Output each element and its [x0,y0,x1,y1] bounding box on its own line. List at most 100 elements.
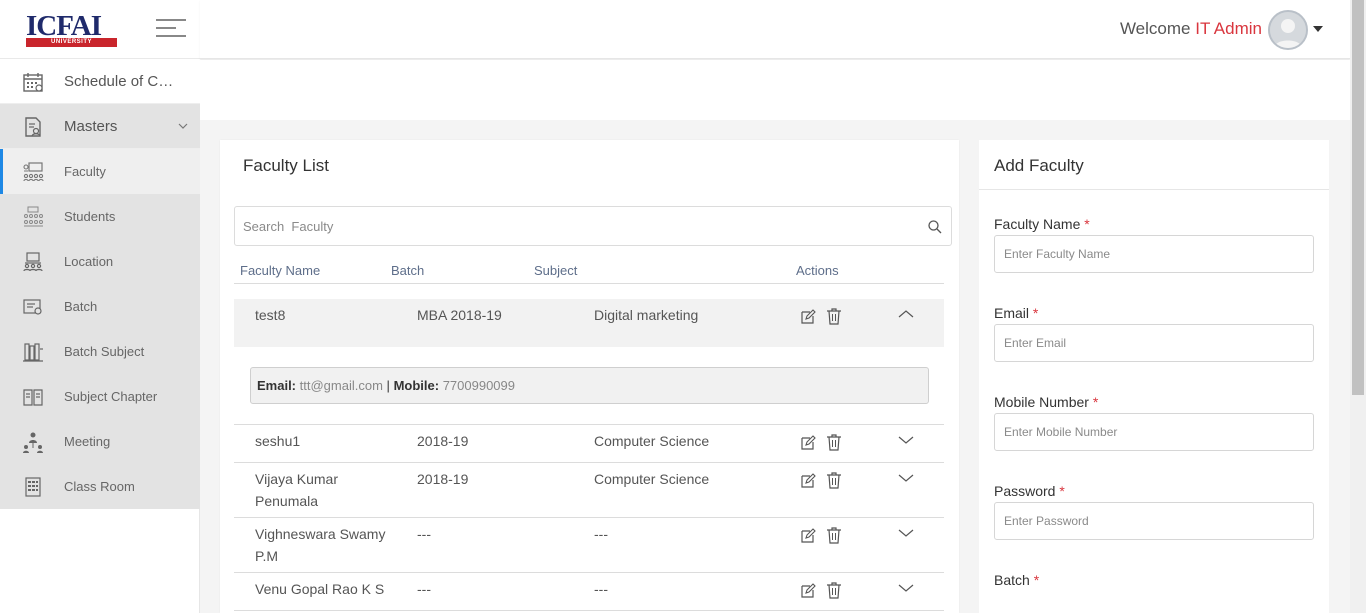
add-faculty-title: Add Faculty [994,156,1084,175]
page-scrollbar[interactable] [1350,0,1366,613]
logo-area: ICFAI UNIVERSITY [0,0,200,59]
add-faculty-card: Add Faculty Faculty Name * Email * Mobil… [979,140,1329,613]
table-header: Faculty Name Batch Subject Actions [234,258,944,284]
column-header-faculty-name[interactable]: Faculty Name [240,263,320,278]
sidebar-nav: Schedule of Cla... Masters Faculty Stude… [0,59,200,509]
column-header-batch[interactable]: Batch [391,263,424,278]
chevron-up-icon[interactable] [898,309,914,319]
faculty-list-title: Faculty List [243,156,329,175]
search-icon[interactable] [927,219,943,235]
edit-icon[interactable] [800,473,816,489]
edit-icon[interactable] [800,583,816,599]
logo-text: ICFAI [26,10,102,42]
sidebar-item-label: Faculty [64,164,106,179]
table-row[interactable]: seshu1 2018-19 Computer Science [234,425,944,463]
chevron-down-icon[interactable] [898,528,914,538]
sidebar-item-subject-chapter[interactable]: Subject Chapter [0,374,200,419]
sidebar-item-label: Meeting [64,434,111,449]
trash-icon[interactable] [826,308,842,325]
faculty-name: Vighneswara Swamy P.M [255,526,386,564]
column-header-actions: Actions [796,263,839,278]
field-label: Batch [994,572,1030,588]
class-room-icon [25,477,41,497]
meeting-icon [23,432,43,453]
sidebar-item-faculty[interactable]: Faculty [0,149,200,194]
sidebar-item-label: Subject Chapter [64,389,158,404]
required-marker: * [1059,483,1065,499]
hamburger-menu-icon[interactable] [156,19,188,39]
required-marker: * [1084,216,1090,232]
required-marker: * [1033,572,1040,588]
search-box [234,206,952,246]
masters-icon [25,117,41,137]
trash-icon[interactable] [826,472,842,489]
chevron-down-icon[interactable] [898,583,914,593]
field-label: Mobile Number [994,394,1089,410]
scrollbar-thumb[interactable] [1352,0,1364,395]
edit-icon[interactable] [800,435,816,451]
trash-icon[interactable] [826,527,842,544]
avatar[interactable] [1268,10,1308,50]
faculty-batch: --- [417,526,431,542]
faculty-name-label: Faculty Name * [994,216,1090,232]
required-marker: * [1092,394,1099,410]
batch-subject-icon [23,343,43,362]
chevron-down-icon[interactable] [898,473,914,483]
search-input[interactable] [235,207,915,245]
faculty-name-field[interactable] [994,235,1314,273]
faculty-name: seshu1 [255,433,301,449]
user-avatar-icon [1270,12,1306,48]
column-header-subject[interactable]: Subject [534,263,577,278]
sidebar-item-label: Batch [64,299,98,314]
password-field[interactable] [994,502,1314,540]
subject-chapter-icon [23,389,43,406]
table-row[interactable]: Venu Gopal Rao K S --- --- [234,573,944,611]
field-label: Password [994,483,1056,499]
table-row[interactable]: Vighneswara Swamy P.M --- --- [234,518,944,573]
sidebar-item-location[interactable]: Location [0,239,200,284]
field-label: Faculty Name [994,216,1081,232]
faculty-name: Vijaya Kumar Penumala [255,471,339,509]
sidebar-item-batch[interactable]: Batch [0,284,200,329]
sidebar-item-meeting[interactable]: Meeting [0,419,200,464]
table-row[interactable]: Vijaya Kumar Penumala 2018-19 Computer S… [234,463,944,518]
field-label: Email [994,305,1030,321]
logo-subtext: UNIVERSITY [26,38,117,47]
faculty-icon [23,162,44,182]
top-header: Welcome IT Admin [200,0,1350,59]
logo[interactable]: ICFAI UNIVERSITY [26,12,118,48]
sidebar-item-masters[interactable]: Masters [0,104,200,149]
mobile-number-field[interactable] [994,413,1314,451]
email-label: Email * [994,305,1038,321]
caret-down-icon[interactable] [1313,26,1323,32]
divider [979,189,1329,190]
sidebar-item-label: Masters [64,117,118,135]
faculty-name: test8 [255,307,286,323]
required-marker: * [1032,305,1039,321]
trash-icon[interactable] [826,582,842,599]
password-label: Password * [994,483,1065,499]
faculty-subject: Digital marketing [594,307,699,323]
sidebar-item-label: Batch Subject [64,344,145,359]
table-row-divider [234,347,944,425]
masters-submenu: Faculty Students Location Batch Batch Su… [0,149,200,509]
email-field[interactable] [994,324,1314,362]
welcome-message: Welcome IT Admin [1120,19,1262,39]
faculty-list-card: Faculty List Faculty Name Batch Subject … [220,140,959,613]
sidebar-item-label: Class Room [64,479,135,494]
sidebar-item-label: Schedule of Cla... [64,72,176,90]
table-row[interactable]: test8 MBA 2018-19 Digital marketing [234,299,944,347]
chevron-down-icon[interactable] [898,435,914,445]
sidebar-item-students[interactable]: Students [0,194,200,239]
faculty-subject: --- [594,581,608,597]
batch-icon [23,299,42,315]
edit-icon[interactable] [800,309,816,325]
sidebar-item-batch-subject[interactable]: Batch Subject [0,329,200,374]
faculty-subject: Computer Science [594,471,710,487]
user-name[interactable]: IT Admin [1195,19,1262,38]
edit-icon[interactable] [800,528,816,544]
sidebar-item-schedule[interactable]: Schedule of Cla... [0,59,200,104]
sidebar-item-class-room[interactable]: Class Room [0,464,200,509]
faculty-subject: Computer Science [594,433,710,449]
trash-icon[interactable] [826,434,842,451]
